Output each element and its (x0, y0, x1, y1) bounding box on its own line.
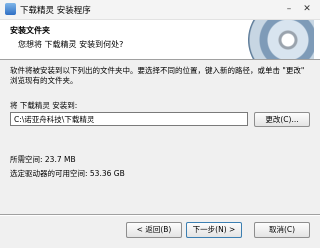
required-space-text: 所需空间: 23.7 MB (10, 155, 76, 164)
install-location-label: 将 下载精灵 安装到: (10, 101, 78, 110)
browse-button[interactable]: 更改(C)... (254, 112, 310, 127)
footer-divider (0, 214, 320, 216)
disc-graphic-icon (238, 20, 314, 59)
description-text: 软件将被安装到以下列出的文件夹中。要选择不同的位置，键入新的路径，或单击 "更改… (10, 66, 305, 85)
next-button[interactable]: 下一步(N) > (186, 222, 242, 238)
page-heading: 安装文件夹 (10, 26, 50, 35)
back-button[interactable]: < 返回(B) (126, 222, 182, 238)
cancel-button[interactable]: 取消(C) (254, 222, 310, 238)
disc-image (238, 20, 314, 59)
free-space-text: 选定驱动器的可用空间: 53.36 GB (10, 169, 125, 178)
close-icon[interactable]: ✕ (300, 2, 314, 16)
window-title: 下载精灵 安装程序 (20, 6, 91, 16)
app-icon (5, 3, 16, 15)
wizard-header: 安装文件夹 您想将 下载精灵 安装到何处? (0, 20, 320, 60)
install-path-input[interactable] (10, 112, 248, 126)
page-subheading: 您想将 下载精灵 安装到何处? (18, 40, 124, 49)
title-bar: 下载精灵 安装程序 – ✕ (0, 0, 320, 20)
minimize-icon[interactable]: – (282, 2, 296, 16)
